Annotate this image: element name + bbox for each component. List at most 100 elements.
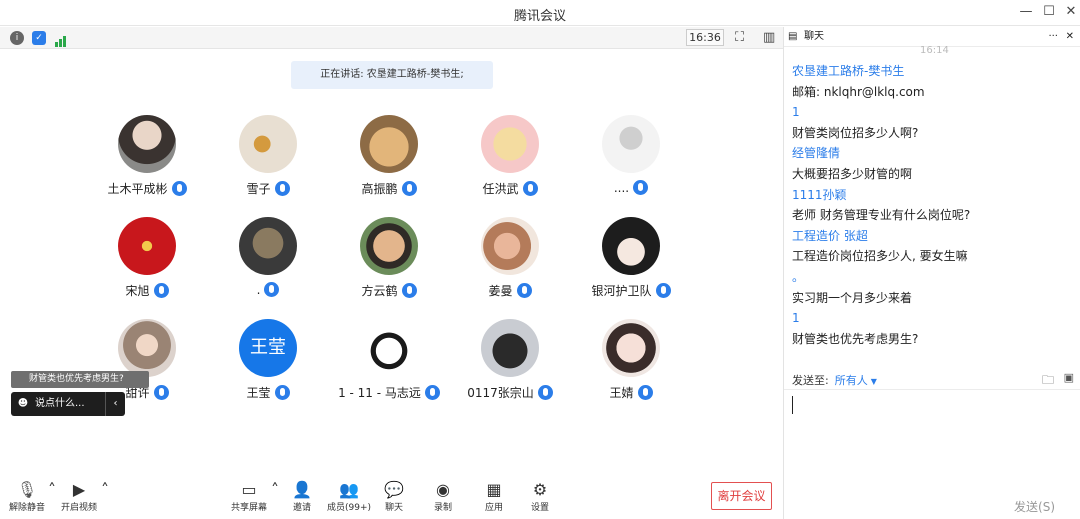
message-sender: 工程造价 张超 — [792, 228, 868, 243]
avatar — [239, 217, 297, 275]
participant-name: 王莹 — [246, 386, 271, 400]
info-icon[interactable]: i — [10, 31, 24, 45]
participant-name: . — [256, 282, 261, 297]
message-text: 大概要招多少财管的啊 — [792, 166, 913, 181]
participant-tile[interactable]: 宋旭 — [87, 217, 207, 299]
message-text: 实习期一个月多少来着 — [792, 290, 913, 305]
chat-button[interactable]: 💬 聊天 — [369, 480, 419, 513]
participant-name: 宋旭 — [125, 284, 150, 298]
layout-icon[interactable]: ▥ — [763, 30, 775, 45]
participant-name: .... — [613, 180, 630, 195]
members-button[interactable]: 👥 成员(99+) — [324, 480, 374, 513]
minimize-icon[interactable]: — — [1017, 4, 1035, 19]
video-grid-area: 正在讲话: 农垦建工路桥-樊书生; 土木平成彬 雪子 高振鹏 任洪武 .... … — [0, 49, 783, 519]
participant-name: 方云鹤 — [361, 284, 398, 298]
bottom-toolbar: 🎙 解除静音 ˄ ▶ 开启视频 ˄ ▭ 共享屏幕 ˄ 👤 邀请 👥 成员(99+) 💬 聊天… — [0, 478, 783, 519]
chevron-left-icon[interactable]: ‹ — [105, 392, 125, 416]
microphone-icon — [633, 180, 649, 195]
participant-tile[interactable]: 雪子 — [208, 115, 328, 197]
apps-icon: ▦ — [486, 480, 502, 499]
participant-tile[interactable]: 王婧 — [571, 319, 691, 401]
microphone-icon — [171, 181, 187, 196]
participant-tile[interactable]: 甜许 — [87, 319, 207, 401]
microphone-icon — [274, 181, 290, 196]
gear-icon: ⚙ — [532, 480, 548, 499]
chevron-up-icon[interactable]: ˄ — [97, 480, 113, 500]
participant-tile[interactable]: 高振鹏 — [329, 115, 449, 197]
participant-tile[interactable]: .... — [571, 115, 691, 195]
message-sender: 经管隆倩 — [792, 146, 841, 161]
participant-tile[interactable]: 方云鹤 — [329, 217, 449, 299]
avatar — [360, 115, 418, 173]
apps-button[interactable]: ▦ 应用 — [469, 480, 519, 513]
caret-down-icon[interactable]: ▼ — [871, 377, 877, 386]
leave-meeting-button[interactable]: 离开会议 — [711, 482, 772, 510]
message-sender: 1 — [792, 311, 800, 326]
recipient-select[interactable]: 所有人 — [835, 374, 868, 387]
record-button[interactable]: ◉ 录制 — [418, 480, 468, 513]
microphone-icon — [424, 385, 440, 400]
participant-tile[interactable]: 0117张宗山 — [450, 319, 570, 401]
avatar: 王莹 — [239, 319, 297, 377]
window-title: 腾讯会议 — [513, 9, 566, 24]
chat-icon: 💬 — [384, 480, 404, 499]
participant-tile[interactable]: . — [208, 217, 328, 297]
participant-tile[interactable]: 任洪武 — [450, 115, 570, 197]
settings-button[interactable]: ⚙ 设置 — [515, 480, 565, 513]
microphone-icon — [537, 385, 553, 400]
message-text: 财管类也优先考虑男生? — [792, 331, 919, 346]
emoji-icon[interactable]: ☻ — [11, 392, 35, 416]
more-icon[interactable]: ··· — [1048, 27, 1058, 47]
participant-name: 雪子 — [246, 182, 271, 196]
message-sender: 。 — [792, 269, 805, 284]
add-user-icon: 👤 — [292, 480, 312, 499]
send-to-row: 发送至: 所有人 ▼ — [792, 374, 877, 387]
avatar — [239, 115, 297, 173]
participant-tile[interactable]: 土木平成彬 — [87, 115, 207, 197]
avatar — [118, 115, 176, 173]
chat-message-list[interactable]: 农垦建工路桥-樊书生 邮箱: nklqhr@lklq.com 1 财管类岗位招多… — [792, 49, 1072, 369]
participant-tile[interactable]: 1 - 11 - 马志远 — [329, 319, 449, 401]
avatar — [118, 217, 176, 275]
signal-icon[interactable] — [55, 32, 67, 47]
avatar — [118, 319, 176, 377]
participant-tile[interactable]: 姜曼 — [450, 217, 570, 299]
chat-input[interactable]: 发送(S) — [784, 389, 1080, 519]
text-cursor — [792, 396, 793, 414]
message-sender: 1111孙颖 — [792, 187, 847, 202]
members-icon: 👥 — [339, 480, 359, 499]
quick-chat-input[interactable]: ☻ 说点什么... ‹ — [11, 392, 125, 416]
close-icon[interactable]: ✕ — [1062, 4, 1080, 19]
microphone-icon — [522, 181, 538, 196]
microphone-icon — [274, 385, 290, 400]
avatar — [360, 319, 418, 377]
microphone-icon — [153, 283, 169, 298]
shield-icon[interactable]: ✓ — [32, 31, 46, 45]
close-chat-icon[interactable]: ✕ — [1066, 27, 1074, 47]
avatar — [602, 319, 660, 377]
message-text: 财管类岗位招多少人啊? — [792, 125, 919, 140]
screenshot-icon[interactable]: ▣ — [1064, 371, 1074, 384]
fullscreen-icon[interactable]: ⛶ — [735, 30, 744, 45]
microphone-icon — [401, 181, 417, 196]
chat-title: 聊天 — [804, 31, 824, 42]
chat-panel: ▤ 聊天 ··· ✕ 16:14 农垦建工路桥-樊书生 邮箱: nklqhr@l… — [783, 27, 1080, 519]
avatar — [481, 115, 539, 173]
send-button[interactable]: 发送(S) — [1014, 498, 1055, 515]
message-text: 邮箱: nklqhr@lklq.com — [792, 84, 925, 99]
participant-tile[interactable]: 王莹 王莹 — [208, 319, 328, 401]
participant-name: 1 - 11 - 马志远 — [338, 386, 421, 400]
speaking-indicator: 正在讲话: 农垦建工路桥-樊书生; — [291, 61, 493, 89]
participant-tile[interactable]: 银河护卫队 — [571, 217, 691, 299]
participant-name: 任洪武 — [482, 182, 519, 196]
avatar — [360, 217, 418, 275]
message-sender: 1 — [792, 105, 800, 120]
maximize-icon[interactable]: ☐ — [1040, 4, 1058, 19]
invite-button[interactable]: 👤 邀请 — [277, 480, 327, 513]
microphone-icon — [637, 385, 653, 400]
chat-popup[interactable]: 财管类也优先考虑男生? — [11, 371, 149, 388]
avatar — [481, 217, 539, 275]
microphone-icon — [655, 283, 671, 298]
message-sender: 农垦建工路桥-樊书生 — [792, 64, 905, 78]
chat-header: ▤ 聊天 ··· ✕ — [784, 27, 1080, 47]
